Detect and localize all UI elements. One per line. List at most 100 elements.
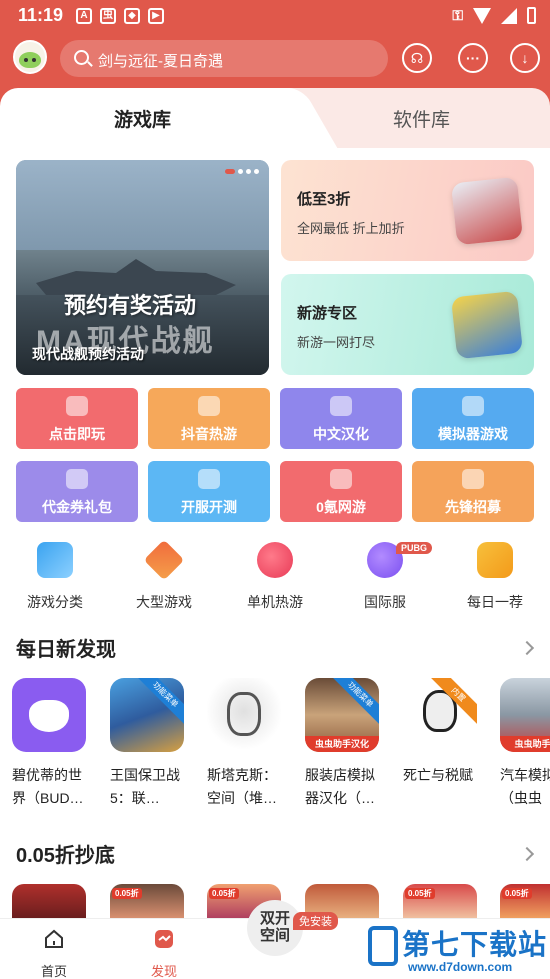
category-game-classification[interactable]: 游戏分类 xyxy=(15,542,95,612)
grid-button-emulator[interactable]: 模拟器游戏 xyxy=(412,388,534,449)
new-games-card-title: 新游专区 xyxy=(297,305,358,322)
game-card[interactable]: 碧优蒂的世界（BUD… xyxy=(12,678,88,810)
watermark-url: www.d7down.com xyxy=(408,960,513,974)
game-card[interactable]: 虫虫助手汉 汽车模拟化（虫虫 xyxy=(500,678,550,810)
category-large-games[interactable]: 大型游戏 xyxy=(124,539,204,612)
bird-icon xyxy=(257,542,293,578)
search-placeholder: 剑与远征-夏日奇遇 xyxy=(98,53,223,70)
game-icon: 虫虫助手汉 xyxy=(500,678,550,752)
nav-home-label: 首页 xyxy=(40,964,67,979)
grid-button-douyin-hot[interactable]: 抖音热游 xyxy=(148,388,270,449)
coupon-icon xyxy=(330,469,352,489)
game-icon: 功能菜单 xyxy=(110,678,184,752)
game-icon: 内置 xyxy=(403,678,477,752)
avatar[interactable] xyxy=(13,40,47,74)
flag-icon xyxy=(462,469,484,489)
category-single-player[interactable]: 单机热游 xyxy=(235,542,315,612)
pubg-badge: PUBG xyxy=(396,542,433,554)
banner-caption: 现代战舰预约活动 xyxy=(32,346,144,362)
game-icon: 功能菜单 虫虫助手汉化 xyxy=(305,678,379,752)
grid-button-label: 代金券礼包 xyxy=(42,499,112,515)
category-label: 游戏分类 xyxy=(27,594,83,610)
discount-game-thumb[interactable]: 0.05折 xyxy=(110,884,184,918)
app-notification-icon: 虫 xyxy=(100,8,116,24)
nav-home[interactable]: 首页 xyxy=(14,919,94,979)
game-card[interactable]: 功能菜单 王国保卫战5：联… xyxy=(110,678,186,810)
game-icon xyxy=(12,678,86,752)
wifi-icon xyxy=(473,7,491,24)
discount-badge: 0.05折 xyxy=(405,888,435,899)
calendar-icon xyxy=(198,469,220,489)
game-ribbon: 功能菜单 xyxy=(330,678,379,725)
game-card[interactable]: 斯塔克斯：空间（堆… xyxy=(207,678,283,810)
discount-card[interactable]: 低至3折 全网最低 折上加折 xyxy=(281,160,534,261)
grid-button-label: 0氪网游 xyxy=(316,499,366,515)
app-notification-icon: ▶ xyxy=(148,8,164,24)
grid-button-free-online[interactable]: 0氪网游 xyxy=(280,461,402,522)
game-name: 死亡与税赋 xyxy=(403,767,473,783)
category-label: 大型游戏 xyxy=(136,594,192,610)
battery-icon xyxy=(527,7,536,24)
watermark-logo-icon xyxy=(368,926,398,966)
game-name: 汽车模拟化（虫虫 xyxy=(500,767,550,806)
game-icon xyxy=(207,678,281,752)
discount-card-title: 低至3折 xyxy=(297,191,351,208)
game-ribbon: 功能菜单 xyxy=(135,678,184,725)
nav-discover-label: 发现 xyxy=(150,964,177,979)
chinese-badge-icon xyxy=(330,396,352,416)
game-card[interactable]: 内置 死亡与税赋 xyxy=(403,678,479,787)
category-daily-pick[interactable]: 每日一荐 xyxy=(455,542,535,612)
watermark: 第七下载站 www.d7down.com xyxy=(368,920,550,979)
new-games-card-art xyxy=(450,290,524,360)
grid-button-new-servers[interactable]: 开服开测 xyxy=(148,461,270,522)
game-card[interactable]: 功能菜单 虫虫助手汉化 服装店模拟器汉化（… xyxy=(305,678,381,810)
game-tag: 虫虫助手汉化 xyxy=(305,736,379,752)
download-icon[interactable]: ↓ xyxy=(510,43,540,73)
game-name: 服装店模拟器汉化（… xyxy=(305,767,375,806)
status-bar: 11:19 A 虫 ◆ ▶ ⚿ xyxy=(0,0,550,32)
grid-button-label: 中文汉化 xyxy=(313,426,369,442)
library-tabs: 游戏库 软件库 xyxy=(0,88,550,148)
chat-icon[interactable]: ··· xyxy=(458,43,488,73)
gift-icon xyxy=(66,469,88,489)
daily-section-title: 每日新发现 xyxy=(16,639,116,661)
grid-button-chinese[interactable]: 中文汉化 xyxy=(280,388,402,449)
app-notification-icon: A xyxy=(76,8,92,24)
discount-game-thumb[interactable]: 0.05折 xyxy=(403,884,477,918)
discount-badge: 0.05折 xyxy=(502,888,532,899)
discount-card-subtitle: 全网最低 折上加折 xyxy=(297,221,405,236)
category-label: 每日一荐 xyxy=(467,594,523,610)
ghost-icon xyxy=(66,396,88,416)
category-label: 单机热游 xyxy=(247,594,303,610)
customer-service-icon[interactable]: ☊ xyxy=(402,43,432,73)
game-name: 斯塔克斯：空间（堆… xyxy=(207,767,277,806)
dual-space-label: 双开空间 xyxy=(259,910,290,944)
discount-game-thumb[interactable] xyxy=(12,884,86,918)
nav-discover[interactable]: 发现 xyxy=(124,919,204,979)
game-name: 王国保卫战5：联… xyxy=(110,767,180,806)
banner-carousel[interactable]: 预约有奖活动 MA现代战舰 现代战舰预约活动 xyxy=(16,160,269,375)
new-games-card-subtitle: 新游一网打尽 xyxy=(297,335,376,350)
free-install-badge: 免安装 xyxy=(293,912,338,930)
carousel-indicator xyxy=(225,169,259,174)
grid-button-instant-play[interactable]: 点击即玩 xyxy=(16,388,138,449)
grid-button-pioneer[interactable]: 先锋招募 xyxy=(412,461,534,522)
game-tag: 虫虫助手汉 xyxy=(500,736,550,752)
grid-button-label: 抖音热游 xyxy=(181,426,237,442)
discount-section-title: 0.05折抄底 xyxy=(16,845,115,867)
discover-icon xyxy=(155,930,173,948)
system-icons: ⚿ xyxy=(452,7,536,24)
grid-button-vouchers[interactable]: 代金券礼包 xyxy=(16,461,138,522)
grid-button-label: 开服开测 xyxy=(181,499,237,515)
category-list-icon xyxy=(37,542,73,578)
app-notification-icon: ◆ xyxy=(124,8,140,24)
watermark-title: 第七下载站 xyxy=(402,929,548,960)
signal-icon xyxy=(501,7,517,24)
new-games-card[interactable]: 新游专区 新游一网打尽 xyxy=(281,274,534,375)
category-label: 国际服 xyxy=(364,594,406,610)
avatar-face xyxy=(19,52,41,68)
discount-game-thumb[interactable]: 0.05折 xyxy=(500,884,550,918)
search-input[interactable]: 剑与远征-夏日奇遇 xyxy=(60,40,388,77)
tab-software-library-label: 软件库 xyxy=(393,110,451,131)
grid-button-label: 点击即玩 xyxy=(49,426,105,442)
